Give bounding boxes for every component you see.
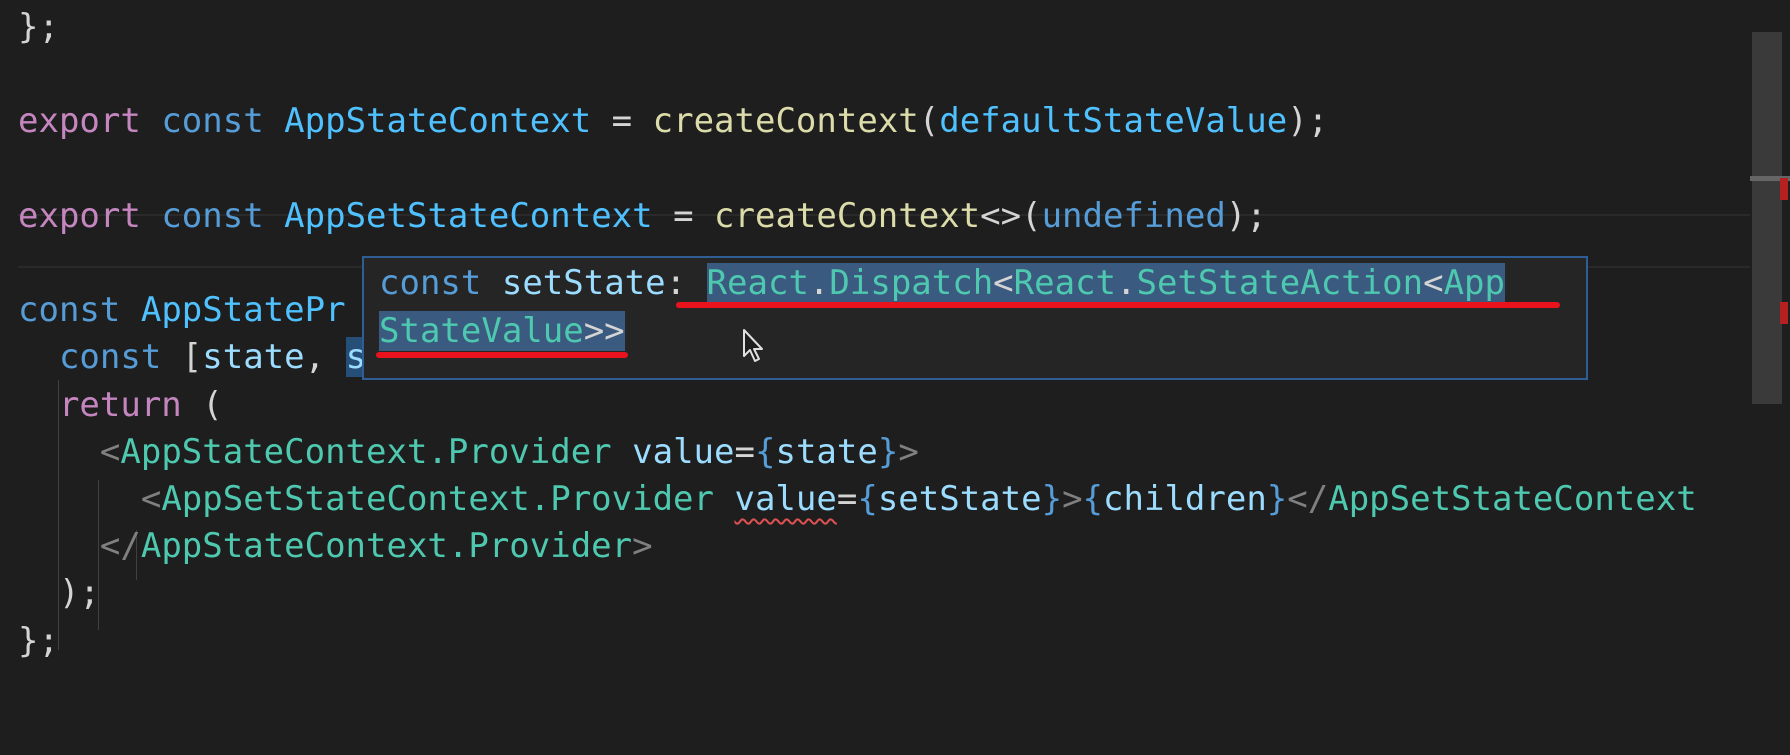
code-token: const <box>58 337 162 378</box>
hover-token: App <box>1443 263 1505 303</box>
code-line[interactable]: const AppStatePr <box>18 283 346 337</box>
code-token: state <box>202 337 305 378</box>
code-line[interactable]: <AppSetStateContext.Provider value={setS… <box>18 472 1697 526</box>
hover-token: const <box>379 263 482 303</box>
code-token: export <box>18 195 141 236</box>
code-line[interactable]: ); <box>18 566 100 620</box>
code-token: const <box>161 101 264 142</box>
code-token: children <box>1103 479 1267 519</box>
error-marker <box>1780 302 1788 324</box>
code-token: ( <box>918 101 940 142</box>
code-token: }; <box>18 620 59 661</box>
code-token: setState <box>877 479 1042 519</box>
hover-token: . <box>808 263 830 303</box>
code-line[interactable]: }; <box>18 0 59 54</box>
mouse-pointer-icon <box>743 329 763 362</box>
code-token: const <box>18 290 121 331</box>
code-token: undefined <box>1041 195 1226 236</box>
hover-type-line: const setState: React.Dispatch<React.Set… <box>379 258 1505 308</box>
code-token: value <box>632 431 735 472</box>
code-token: <>( <box>980 195 1042 236</box>
code-token: return <box>58 384 182 425</box>
code-token: createContext <box>714 195 981 236</box>
code-line[interactable]: return ( <box>18 378 223 432</box>
code-token: ); <box>18 573 100 614</box>
code-line[interactable]: }; <box>18 614 59 668</box>
code-token: }; <box>18 7 59 47</box>
code-token: AppStateContext.Provider <box>120 431 612 472</box>
code-token: { <box>754 431 776 472</box>
code-token: = <box>652 195 715 236</box>
annotation-underline <box>376 352 628 358</box>
code-token: const <box>161 195 264 236</box>
code-token: </ <box>99 526 141 567</box>
code-token: = <box>836 479 858 519</box>
code-token: } <box>1041 479 1063 519</box>
error-marker <box>1780 178 1788 200</box>
hover-token: StateValue <box>379 311 584 351</box>
code-token: = <box>591 101 653 142</box>
hover-token: . <box>1116 263 1137 303</box>
code-token: { <box>857 479 878 519</box>
hover-token: >> <box>583 311 625 351</box>
hover-token: React <box>706 263 809 303</box>
code-token: AppSetStateContext <box>1328 479 1697 519</box>
code-token: > <box>632 526 653 567</box>
code-token: } <box>1266 479 1288 519</box>
code-token: [ <box>161 337 203 378</box>
code-token: ); <box>1287 101 1329 142</box>
hover-type-line: StateValue>> <box>379 306 625 356</box>
code-token: < <box>140 479 162 519</box>
code-token: ); <box>1225 195 1267 236</box>
code-editor[interactable]: }; export const AppStateContext = createC… <box>0 0 1790 755</box>
code-token: } <box>877 431 899 472</box>
hover-token: < <box>993 263 1014 303</box>
code-token: AppSetStateContext <box>284 195 653 236</box>
code-token: AppStateContext <box>284 101 592 142</box>
code-token: > <box>898 431 919 472</box>
code-line[interactable]: export const AppStateContext = createCon… <box>18 94 1328 148</box>
code-token: = <box>734 431 755 472</box>
code-token: AppSetStateContext.Provider <box>161 479 714 519</box>
code-line[interactable]: <AppStateContext.Provider value={state}> <box>18 425 919 479</box>
code-token: value <box>734 479 837 519</box>
code-token: < <box>99 431 121 472</box>
code-line[interactable]: </AppStateContext.Provider> <box>18 519 653 573</box>
code-token: AppStatePr <box>140 290 346 331</box>
code-token: state <box>775 431 878 472</box>
code-token: > <box>1062 479 1083 519</box>
code-token: AppStateContext.Provider <box>140 526 633 567</box>
hover-token: < <box>1423 263 1444 303</box>
hover-token: SetStateAction <box>1136 263 1424 303</box>
code-token: , <box>304 337 346 378</box>
hover-token: setState <box>501 263 666 303</box>
code-line[interactable]: export const AppSetStateContext = create… <box>18 189 1267 243</box>
hover-token: : <box>665 263 707 303</box>
code-token: export <box>18 101 141 142</box>
hover-tooltip: const setState: React.Dispatch<React.Set… <box>362 256 1588 380</box>
code-token: </ <box>1287 479 1329 519</box>
hover-token: Dispatch <box>829 263 994 303</box>
code-token: defaultStateValue <box>939 101 1288 142</box>
scrollbar-thumb[interactable] <box>1752 32 1782 404</box>
code-token: { <box>1082 479 1104 519</box>
code-token: createContext <box>652 101 919 142</box>
hover-token <box>481 263 501 303</box>
hover-token: React <box>1013 263 1117 303</box>
annotation-underline <box>676 302 1560 308</box>
code-token: ( <box>181 384 223 425</box>
vertical-scrollbar[interactable] <box>1750 0 1790 755</box>
